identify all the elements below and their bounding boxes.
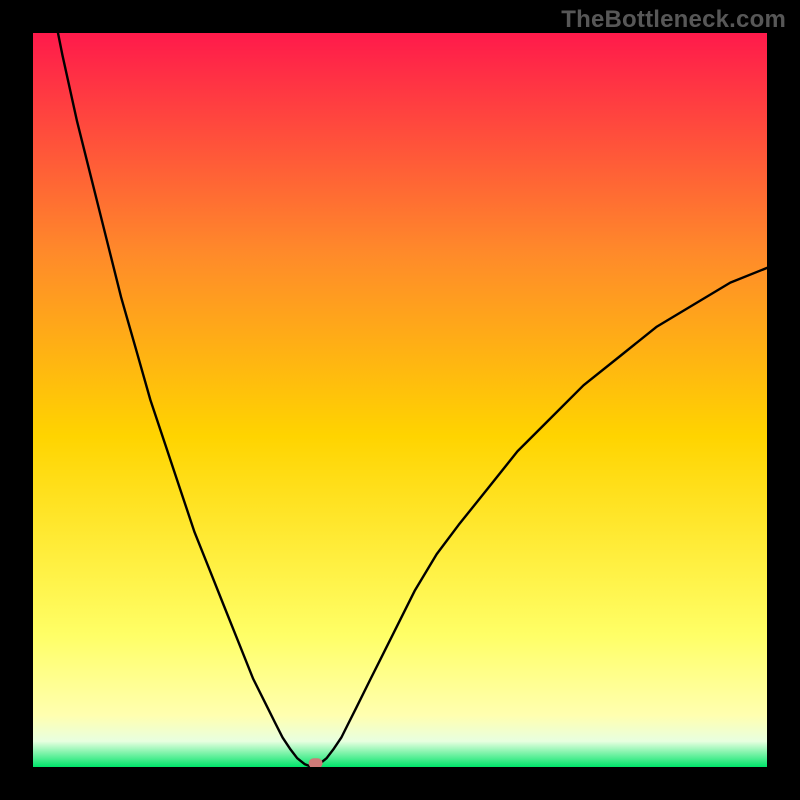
watermark-text: TheBottleneck.com [561,6,786,34]
chart-frame: TheBottleneck.com [0,0,800,800]
chart-svg [33,33,767,767]
optimal-marker [309,758,323,767]
plot-area [33,33,767,767]
